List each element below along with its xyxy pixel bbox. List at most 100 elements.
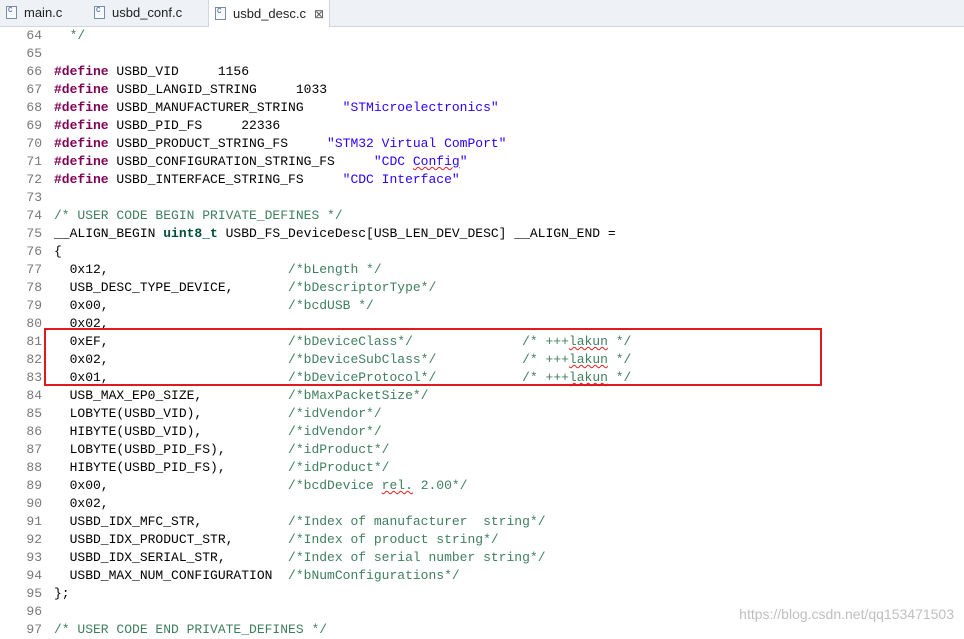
code-token: /*Index of product string*/ bbox=[288, 532, 499, 547]
code-text: USBD_IDX_MFC_STR, /*Index of manufacture… bbox=[54, 513, 546, 531]
line-number: 76 bbox=[26, 244, 42, 259]
tab-usbd-desc-c[interactable]: usbd_desc.c ⊠ bbox=[208, 0, 330, 27]
code-token: LOBYTE(USBD_VID), bbox=[54, 406, 289, 421]
c-file-icon bbox=[215, 5, 226, 20]
code-token: USBD_PID_FS 22336 bbox=[108, 118, 281, 133]
code-token: USB_MAX_EP0_SIZE, bbox=[54, 388, 289, 403]
line-number: 67 bbox=[26, 82, 42, 97]
code-token: #define bbox=[54, 172, 109, 187]
code-text: */ bbox=[54, 27, 86, 45]
code-editor[interactable]: 64 */ 65 66 #define USBD_VID 1156 67 #define … bbox=[0, 27, 964, 637]
code-text: #define USBD_PID_FS 22336 bbox=[54, 117, 280, 135]
line-number: 83 bbox=[26, 370, 42, 385]
code-text: { bbox=[54, 243, 62, 261]
code-token: USBD_FS_DeviceDesc[USB_LEN_DEV_DESC] __A… bbox=[217, 226, 616, 241]
code-token: 2.00*/ bbox=[412, 478, 468, 493]
code-token: /*idVendor*/ bbox=[288, 424, 382, 439]
code-text: USB_MAX_EP0_SIZE, /*bMaxPacketSize*/ bbox=[54, 387, 429, 405]
code-text: LOBYTE(USBD_PID_FS), /*idProduct*/ bbox=[54, 441, 390, 459]
line-number: 80 bbox=[26, 316, 42, 331]
code-token: 0x02, bbox=[54, 496, 109, 511]
code-token: #define bbox=[54, 64, 109, 79]
close-tab-icon[interactable]: ⊠ bbox=[314, 7, 324, 21]
code-token: { bbox=[54, 244, 62, 259]
code-token: /*bcdDevice bbox=[288, 478, 382, 493]
code-token: rel. bbox=[381, 478, 413, 493]
code-text: #define USBD_LANGID_STRING 1033 bbox=[54, 81, 327, 99]
code-text: USBD_MAX_NUM_CONFIGURATION /*bNumConfigu… bbox=[54, 567, 460, 585]
editor-tab-bar: main.c usbd_conf.c usbd_desc.c ⊠ bbox=[0, 0, 964, 27]
code-token: "CDC bbox=[373, 154, 413, 169]
code-token: "STMicroelectronics" bbox=[342, 100, 499, 115]
code-token: uint8_t bbox=[163, 226, 218, 241]
code-token: /*bNumConfigurations*/ bbox=[288, 568, 460, 583]
code-token: }; bbox=[54, 586, 70, 601]
code-token: #define bbox=[54, 118, 109, 133]
line-number: 87 bbox=[26, 442, 42, 457]
tab-label: usbd_desc.c bbox=[233, 6, 306, 21]
line-number: 78 bbox=[26, 280, 42, 295]
line-number: 88 bbox=[26, 460, 42, 475]
code-text: 0x00, /*bcdUSB */ bbox=[54, 297, 374, 315]
code-token: USBD_INTERFACE_STRING_FS bbox=[108, 172, 343, 187]
code-token: LOBYTE(USBD_PID_FS), bbox=[54, 442, 289, 457]
line-number: 82 bbox=[26, 352, 42, 367]
code-token: USBD_MANUFACTURER_STRING bbox=[108, 100, 343, 115]
code-token: 0x12, bbox=[54, 262, 289, 277]
code-text: /* USER CODE BEGIN PRIVATE_DEFINES */ bbox=[54, 207, 343, 225]
code-text: #define USBD_PRODUCT_STRING_FS "STM32 Vi… bbox=[54, 135, 506, 153]
code-text: __ALIGN_BEGIN uint8_t USBD_FS_DeviceDesc… bbox=[54, 225, 616, 243]
code-token: */ bbox=[54, 28, 86, 43]
code-token: /*idProduct*/ bbox=[288, 442, 390, 457]
code-token: "STM32 Virtual ComPort" bbox=[327, 136, 507, 151]
line-number: 66 bbox=[26, 64, 42, 79]
code-text: }; bbox=[54, 585, 70, 603]
c-file-icon bbox=[94, 4, 105, 19]
code-token: "CDC Interface" bbox=[342, 172, 460, 187]
code-text: USBD_IDX_SERIAL_STR, /*Index of serial n… bbox=[54, 549, 546, 567]
code-token: /* USER CODE END PRIVATE_DEFINES */ bbox=[54, 622, 328, 637]
tab-usbd-conf-c[interactable]: usbd_conf.c bbox=[88, 0, 206, 25]
code-token: #define bbox=[54, 136, 109, 151]
line-number: 93 bbox=[26, 550, 42, 565]
code-token: /* USER CODE BEGIN PRIVATE_DEFINES */ bbox=[54, 208, 343, 223]
code-text: #define USBD_MANUFACTURER_STRING "STMicr… bbox=[54, 99, 499, 117]
code-token: __ALIGN_BEGIN bbox=[54, 226, 164, 241]
line-number: 94 bbox=[26, 568, 42, 583]
line-number: 77 bbox=[26, 262, 42, 277]
line-number: 71 bbox=[26, 154, 42, 169]
line-number: 86 bbox=[26, 424, 42, 439]
code-text: #define USBD_CONFIGURATION_STRING_FS "CD… bbox=[54, 153, 468, 171]
code-text: USB_DESC_TYPE_DEVICE, /*bDescriptorType*… bbox=[54, 279, 437, 297]
code-token: USBD_MAX_NUM_CONFIGURATION bbox=[54, 568, 289, 583]
code-token: #define bbox=[54, 154, 109, 169]
code-token: HIBYTE(USBD_PID_FS), bbox=[54, 460, 289, 475]
line-number: 68 bbox=[26, 100, 42, 115]
code-token: #define bbox=[54, 82, 109, 97]
line-number: 70 bbox=[26, 136, 42, 151]
line-number: 96 bbox=[26, 604, 42, 619]
code-token: USBD_IDX_SERIAL_STR, bbox=[54, 550, 289, 565]
code-token: USB_DESC_TYPE_DEVICE, bbox=[54, 280, 289, 295]
code-token: USBD_LANGID_STRING 1033 bbox=[108, 82, 328, 97]
tab-label: main.c bbox=[24, 5, 63, 20]
line-number: 65 bbox=[26, 46, 42, 61]
code-text: LOBYTE(USBD_VID), /*idVendor*/ bbox=[54, 405, 382, 423]
code-token: USBD_IDX_PRODUCT_STR, bbox=[54, 532, 289, 547]
code-token: 0x00, bbox=[54, 478, 289, 493]
line-number: 95 bbox=[26, 586, 42, 601]
line-number: 85 bbox=[26, 406, 42, 421]
code-token: 0x00, bbox=[54, 298, 289, 313]
code-token: /*bLength */ bbox=[288, 262, 382, 277]
code-token: /*bDescriptorType*/ bbox=[288, 280, 437, 295]
code-token: /*Index of manufacturer string*/ bbox=[288, 514, 546, 529]
code-token: /*idVendor*/ bbox=[288, 406, 382, 421]
line-number: 97 bbox=[26, 622, 42, 637]
code-token: #define bbox=[54, 100, 109, 115]
code-token: USBD_PRODUCT_STRING_FS bbox=[108, 136, 328, 151]
tab-main-c[interactable]: main.c bbox=[0, 0, 86, 25]
code-token: USBD_VID 1156 bbox=[108, 64, 250, 79]
code-token: " bbox=[459, 154, 468, 169]
line-number: 81 bbox=[26, 334, 42, 349]
line-number: 69 bbox=[26, 118, 42, 133]
